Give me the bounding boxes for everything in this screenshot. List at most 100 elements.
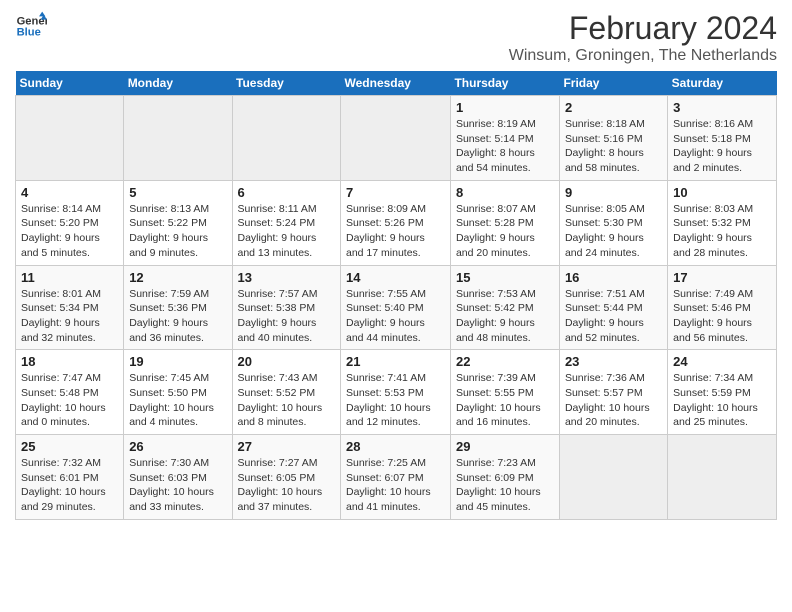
month-title: February 2024	[509, 10, 777, 47]
calendar-cell	[559, 435, 667, 520]
day-info: Sunrise: 7:49 AM Sunset: 5:46 PM Dayligh…	[673, 287, 771, 346]
day-info: Sunrise: 8:11 AM Sunset: 5:24 PM Dayligh…	[238, 202, 336, 261]
day-number: 26	[129, 439, 226, 454]
calendar-cell: 12 Sunrise: 7:59 AM Sunset: 5:36 PM Dayli…	[124, 265, 232, 350]
calendar-week-5: 25 Sunrise: 7:32 AM Sunset: 6:01 PM Dayli…	[16, 435, 777, 520]
day-number: 25	[21, 439, 118, 454]
day-info: Sunrise: 7:25 AM Sunset: 6:07 PM Dayligh…	[346, 456, 445, 515]
calendar-cell: 27 Sunrise: 7:27 AM Sunset: 6:05 PM Dayli…	[232, 435, 341, 520]
weekday-header-saturday: Saturday	[668, 71, 777, 96]
weekday-header-friday: Friday	[559, 71, 667, 96]
calendar-cell: 5 Sunrise: 8:13 AM Sunset: 5:22 PM Daylig…	[124, 180, 232, 265]
calendar-cell: 3Sunrise: 8:16 AM Sunset: 5:18 PM Daylig…	[668, 96, 777, 181]
day-number: 21	[346, 354, 445, 369]
day-number: 6	[238, 185, 336, 200]
logo-icon: General Blue	[15, 10, 47, 42]
calendar-cell: 23Sunrise: 7:36 AM Sunset: 5:57 PM Dayli…	[559, 350, 667, 435]
day-number: 17	[673, 270, 771, 285]
day-info: Sunrise: 7:32 AM Sunset: 6:01 PM Dayligh…	[21, 456, 118, 515]
day-info: Sunrise: 7:30 AM Sunset: 6:03 PM Dayligh…	[129, 456, 226, 515]
calendar-cell: 25 Sunrise: 7:32 AM Sunset: 6:01 PM Dayli…	[16, 435, 124, 520]
weekday-header-wednesday: Wednesday	[341, 71, 451, 96]
calendar-cell: 22Sunrise: 7:39 AM Sunset: 5:55 PM Dayli…	[450, 350, 559, 435]
calendar-cell: 13Sunrise: 7:57 AM Sunset: 5:38 PM Dayli…	[232, 265, 341, 350]
day-info: Sunrise: 7:39 AM Sunset: 5:55 PM Dayligh…	[456, 371, 554, 430]
day-info: Sunrise: 8:03 AM Sunset: 5:32 PM Dayligh…	[673, 202, 771, 261]
day-info: Sunrise: 8:01 AM Sunset: 5:34 PM Dayligh…	[21, 287, 118, 346]
calendar-cell: 1 Sunrise: 8:19 AM Sunset: 5:14 PM Daylig…	[450, 96, 559, 181]
day-info: Sunrise: 8:13 AM Sunset: 5:22 PM Dayligh…	[129, 202, 226, 261]
day-number: 15	[456, 270, 554, 285]
day-number: 18	[21, 354, 118, 369]
day-info: Sunrise: 7:23 AM Sunset: 6:09 PM Dayligh…	[456, 456, 554, 515]
day-number: 20	[238, 354, 336, 369]
calendar-cell	[668, 435, 777, 520]
title-block: February 2024 Winsum, Groningen, The Net…	[509, 10, 777, 65]
calendar-cell: 10 Sunrise: 8:03 AM Sunset: 5:32 PM Dayli…	[668, 180, 777, 265]
calendar-cell: 18 Sunrise: 7:47 AM Sunset: 5:48 PM Dayli…	[16, 350, 124, 435]
day-number: 24	[673, 354, 771, 369]
day-number: 2	[565, 100, 662, 115]
day-number: 16	[565, 270, 662, 285]
day-info: Sunrise: 7:59 AM Sunset: 5:36 PM Dayligh…	[129, 287, 226, 346]
calendar-table: SundayMondayTuesdayWednesdayThursdayFrid…	[15, 71, 777, 520]
day-number: 4	[21, 185, 118, 200]
day-number: 8	[456, 185, 554, 200]
page-header: General Blue February 2024 Winsum, Groni…	[15, 10, 777, 65]
calendar-cell: 21 Sunrise: 7:41 AM Sunset: 5:53 PM Dayli…	[341, 350, 451, 435]
day-number: 28	[346, 439, 445, 454]
calendar-cell: 26 Sunrise: 7:30 AM Sunset: 6:03 PM Dayli…	[124, 435, 232, 520]
day-info: Sunrise: 7:27 AM Sunset: 6:05 PM Dayligh…	[238, 456, 336, 515]
day-info: Sunrise: 8:05 AM Sunset: 5:30 PM Dayligh…	[565, 202, 662, 261]
day-number: 19	[129, 354, 226, 369]
weekday-header-tuesday: Tuesday	[232, 71, 341, 96]
day-number: 12	[129, 270, 226, 285]
calendar-cell: 2Sunrise: 8:18 AM Sunset: 5:16 PM Daylig…	[559, 96, 667, 181]
logo: General Blue	[15, 10, 47, 42]
svg-text:Blue: Blue	[17, 27, 41, 39]
calendar-cell	[232, 96, 341, 181]
day-info: Sunrise: 7:47 AM Sunset: 5:48 PM Dayligh…	[21, 371, 118, 430]
calendar-week-2: 4 Sunrise: 8:14 AM Sunset: 5:20 PM Daylig…	[16, 180, 777, 265]
day-info: Sunrise: 7:45 AM Sunset: 5:50 PM Dayligh…	[129, 371, 226, 430]
day-number: 11	[21, 270, 118, 285]
calendar-cell: 16 Sunrise: 7:51 AM Sunset: 5:44 PM Dayli…	[559, 265, 667, 350]
day-info: Sunrise: 8:14 AM Sunset: 5:20 PM Dayligh…	[21, 202, 118, 261]
day-info: Sunrise: 7:57 AM Sunset: 5:38 PM Dayligh…	[238, 287, 336, 346]
calendar-cell	[341, 96, 451, 181]
day-number: 27	[238, 439, 336, 454]
calendar-cell: 28 Sunrise: 7:25 AM Sunset: 6:07 PM Dayli…	[341, 435, 451, 520]
weekday-header-thursday: Thursday	[450, 71, 559, 96]
calendar-cell: 15Sunrise: 7:53 AM Sunset: 5:42 PM Dayli…	[450, 265, 559, 350]
calendar-cell: 4 Sunrise: 8:14 AM Sunset: 5:20 PM Daylig…	[16, 180, 124, 265]
day-number: 9	[565, 185, 662, 200]
calendar-week-4: 18 Sunrise: 7:47 AM Sunset: 5:48 PM Dayli…	[16, 350, 777, 435]
day-info: Sunrise: 7:34 AM Sunset: 5:59 PM Dayligh…	[673, 371, 771, 430]
calendar-cell: 29 Sunrise: 7:23 AM Sunset: 6:09 PM Dayli…	[450, 435, 559, 520]
calendar-week-3: 11 Sunrise: 8:01 AM Sunset: 5:34 PM Dayli…	[16, 265, 777, 350]
day-info: Sunrise: 8:07 AM Sunset: 5:28 PM Dayligh…	[456, 202, 554, 261]
day-number: 14	[346, 270, 445, 285]
calendar-cell	[16, 96, 124, 181]
day-info: Sunrise: 7:55 AM Sunset: 5:40 PM Dayligh…	[346, 287, 445, 346]
day-number: 7	[346, 185, 445, 200]
calendar-cell: 9 Sunrise: 8:05 AM Sunset: 5:30 PM Daylig…	[559, 180, 667, 265]
day-number: 29	[456, 439, 554, 454]
calendar-cell: 7Sunrise: 8:09 AM Sunset: 5:26 PM Daylig…	[341, 180, 451, 265]
day-info: Sunrise: 7:41 AM Sunset: 5:53 PM Dayligh…	[346, 371, 445, 430]
day-info: Sunrise: 7:43 AM Sunset: 5:52 PM Dayligh…	[238, 371, 336, 430]
calendar-cell: 14 Sunrise: 7:55 AM Sunset: 5:40 PM Dayli…	[341, 265, 451, 350]
weekday-header-monday: Monday	[124, 71, 232, 96]
calendar-cell: 11 Sunrise: 8:01 AM Sunset: 5:34 PM Dayli…	[16, 265, 124, 350]
calendar-cell: 24 Sunrise: 7:34 AM Sunset: 5:59 PM Dayli…	[668, 350, 777, 435]
day-info: Sunrise: 7:36 AM Sunset: 5:57 PM Dayligh…	[565, 371, 662, 430]
day-info: Sunrise: 8:16 AM Sunset: 5:18 PM Dayligh…	[673, 117, 771, 176]
day-info: Sunrise: 7:51 AM Sunset: 5:44 PM Dayligh…	[565, 287, 662, 346]
day-number: 5	[129, 185, 226, 200]
day-number: 1	[456, 100, 554, 115]
calendar-body: 1 Sunrise: 8:19 AM Sunset: 5:14 PM Daylig…	[16, 96, 777, 520]
day-info: Sunrise: 8:19 AM Sunset: 5:14 PM Dayligh…	[456, 117, 554, 176]
day-number: 10	[673, 185, 771, 200]
calendar-header-row: SundayMondayTuesdayWednesdayThursdayFrid…	[16, 71, 777, 96]
calendar-cell: 20 Sunrise: 7:43 AM Sunset: 5:52 PM Dayli…	[232, 350, 341, 435]
